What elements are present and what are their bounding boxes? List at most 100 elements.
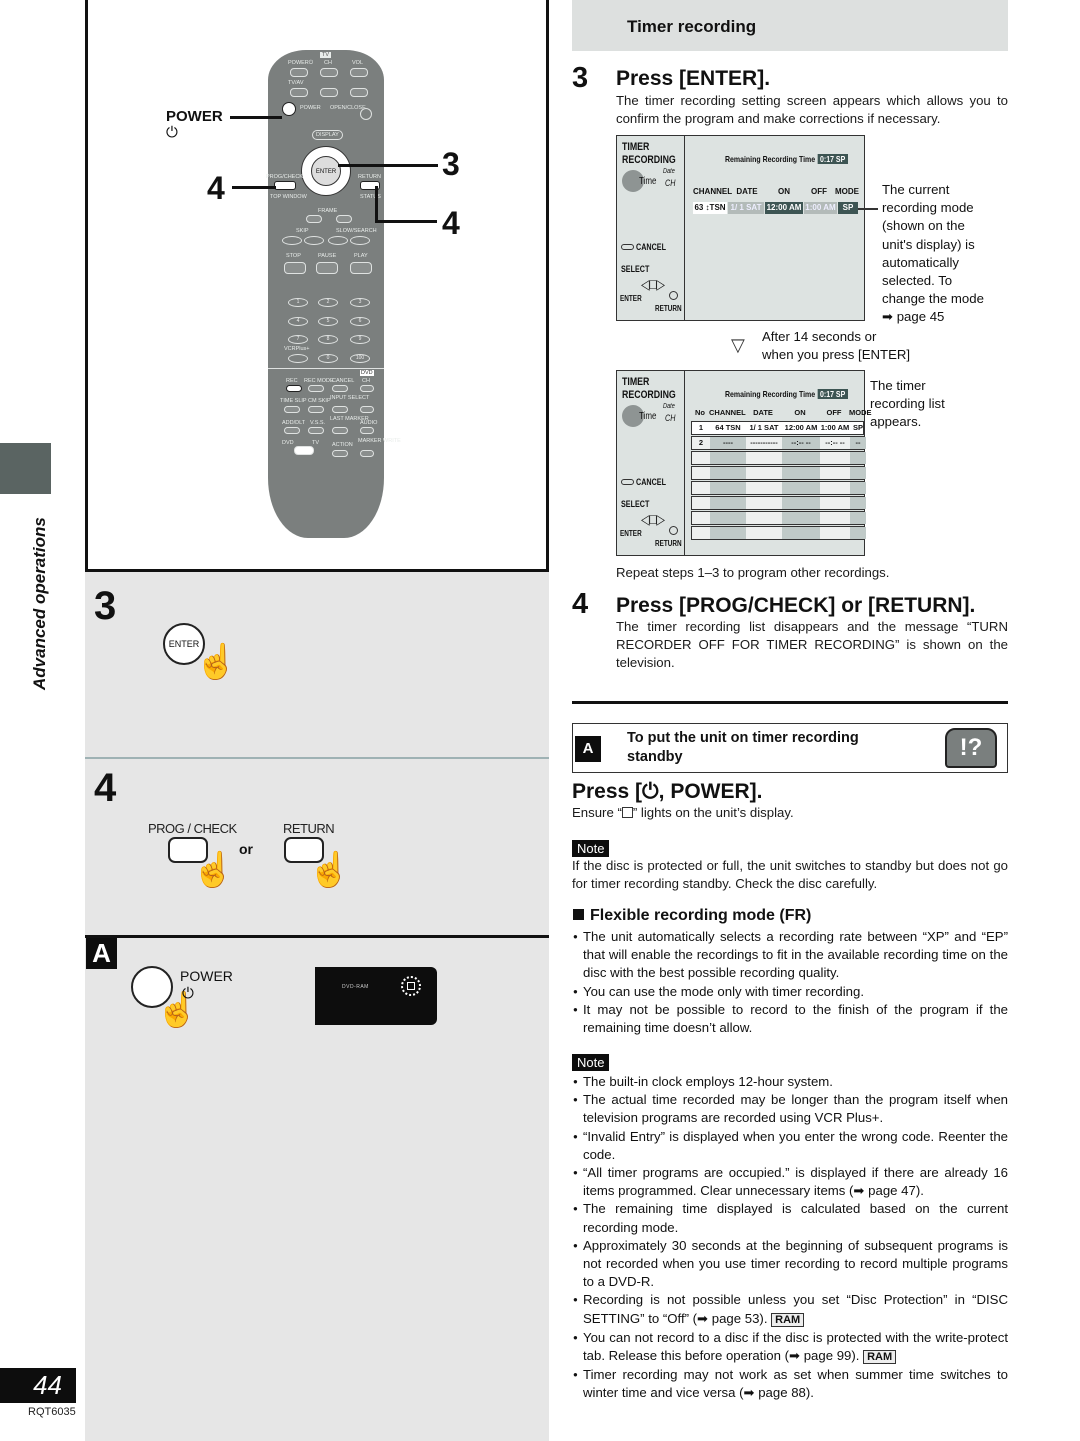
last-marker-button[interactable] — [332, 427, 348, 434]
return-key-icon — [669, 526, 678, 535]
search-back-button[interactable] — [328, 236, 348, 245]
return-label: RETURN — [358, 174, 381, 180]
audio-button[interactable] — [360, 427, 374, 434]
note-1-text: If the disc is protected or full, the un… — [572, 858, 1008, 892]
num-key[interactable]: 7 — [288, 335, 308, 344]
panel-a-heading: To put the unit on timer recording stand… — [627, 729, 859, 767]
document-code: RQT6035 — [28, 1406, 76, 1418]
play-button[interactable] — [350, 262, 372, 274]
dvd-ch-up-button[interactable] — [360, 385, 374, 392]
list-row[interactable]: 2 ---- ----------- --:-- -- --:-- -- -- — [691, 436, 866, 450]
vol-up-button[interactable] — [350, 68, 368, 77]
frame-forward-button[interactable] — [336, 215, 352, 223]
callout-4-left-line — [232, 186, 276, 189]
vss-label: V.S.S. — [310, 420, 326, 426]
input-select-button[interactable] — [332, 406, 348, 413]
remaining-time-label: Remaining Recording Time — [725, 389, 816, 399]
column-band — [746, 482, 782, 494]
action-button[interactable] — [332, 450, 348, 457]
display-button[interactable]: DISPLAY — [312, 130, 343, 140]
num-key[interactable]: 5 — [318, 317, 338, 326]
num-key[interactable]: 0 — [318, 354, 338, 363]
rec-button[interactable] — [286, 385, 302, 392]
num-key[interactable]: 100 — [350, 354, 370, 363]
eject-button[interactable] — [360, 108, 372, 120]
vol-down-button[interactable] — [350, 88, 368, 97]
dpad-ring[interactable]: ENTER — [301, 146, 351, 196]
prog-check-button[interactable] — [274, 181, 296, 190]
pause-label: PAUSE — [318, 253, 337, 259]
column-header: OFF — [826, 408, 842, 417]
skip-forward-button[interactable] — [304, 236, 324, 245]
num-key[interactable]: 6 — [350, 317, 370, 326]
time-slip-button[interactable] — [284, 406, 300, 413]
off-time-field[interactable]: 1:00 AM — [804, 202, 837, 214]
skip-back-button[interactable] — [282, 236, 302, 245]
annotation-line: selected. To — [882, 273, 953, 289]
dvd-ch-down-button[interactable] — [360, 406, 374, 413]
vss-button[interactable] — [308, 427, 324, 434]
date-field[interactable]: 1/ 1 SAT — [728, 202, 764, 214]
list-row[interactable] — [691, 511, 866, 525]
ch-up-button[interactable] — [320, 68, 338, 77]
list-row[interactable] — [691, 466, 866, 480]
rec-mode-label: REC MODE — [304, 378, 334, 384]
num-key[interactable]: 9 — [350, 335, 370, 344]
marker-write-button[interactable] — [360, 450, 374, 457]
num-key[interactable]: 4 — [288, 317, 308, 326]
list-row[interactable] — [691, 481, 866, 495]
list-row[interactable]: 1 64 TSN 1/ 1 SAT 12:00 AM 1:00 AM SP — [691, 421, 864, 435]
vcrplus-label: VCRPlus+ — [284, 346, 310, 352]
dvd-tv-switch[interactable] — [294, 446, 314, 455]
tv-av-button[interactable] — [290, 88, 308, 97]
mode-field[interactable]: SP — [838, 202, 858, 214]
note-bullet: “Invalid Entry” is displayed when you en… — [573, 1128, 1008, 1164]
tv-label: TV — [320, 52, 332, 58]
note-bullet-text: Timer recording may not work as set when… — [583, 1367, 1008, 1401]
ch-down-button[interactable] — [320, 88, 338, 97]
rec-mode-button[interactable] — [308, 385, 324, 392]
repeat-steps-text: Repeat steps 1–3 to program other record… — [616, 565, 890, 580]
num-key[interactable]: 1 — [288, 298, 308, 307]
cancel-button[interactable] — [332, 385, 348, 392]
frame-back-button[interactable] — [306, 215, 322, 223]
annotation-line: change the mode — [882, 291, 984, 307]
list-cell: ---- — [723, 438, 733, 447]
screen-title-line: RECORDING — [622, 154, 676, 166]
column-header: OFF — [811, 187, 827, 196]
page-reference-link[interactable]: ➡ page 45 — [882, 308, 1012, 326]
num-key[interactable]: 3 — [350, 298, 370, 307]
list-row[interactable] — [691, 451, 866, 465]
list-row[interactable] — [691, 526, 866, 540]
annotation-line: automatically — [882, 254, 959, 270]
column-header: CHANNEL — [693, 187, 733, 196]
channel-field[interactable]: 63 ↕TSN — [693, 202, 727, 214]
add-dlt-button[interactable] — [284, 427, 300, 434]
list-row[interactable] — [691, 496, 866, 510]
on-time-field[interactable]: 12:00 AM — [765, 202, 803, 214]
stop-button[interactable] — [284, 262, 306, 274]
column-header: DATE — [753, 408, 773, 417]
vcrplus-key[interactable] — [288, 354, 308, 363]
num-key[interactable]: 2 — [318, 298, 338, 307]
enter-button[interactable]: ENTER — [311, 156, 341, 186]
pause-button[interactable] — [316, 262, 338, 274]
power-button[interactable] — [282, 102, 296, 116]
list-cell: --:-- -- — [825, 438, 845, 447]
annotation-line: The current — [882, 182, 950, 197]
marker-write-label: MARKER WRITE — [358, 438, 401, 444]
list-cell: --:-- -- — [791, 438, 811, 447]
note-label: Note — [572, 840, 610, 857]
column-band — [820, 467, 850, 479]
tv-power-button[interactable] — [290, 68, 308, 77]
note-bullet: The built-in clock employs 12-hour syste… — [573, 1073, 1008, 1091]
list-cell: -- — [855, 438, 861, 447]
callout-4-right-vline — [375, 186, 378, 222]
cm-skip-button[interactable] — [308, 406, 324, 413]
display-disc-type: DVD-RAM — [342, 984, 369, 990]
cancel-key-icon — [621, 244, 634, 250]
return-key-icon — [669, 291, 678, 300]
column-band — [782, 467, 820, 479]
search-forward-button[interactable] — [350, 236, 370, 245]
num-key[interactable]: 8 — [318, 335, 338, 344]
